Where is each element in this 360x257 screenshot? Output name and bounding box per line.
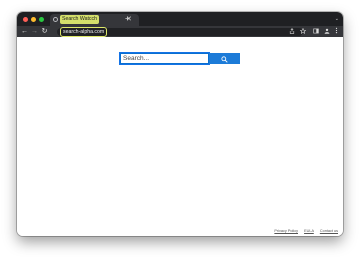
eula-link[interactable]: EULA [304, 229, 314, 233]
footer-links: Privacy Policy EULA Contact us [269, 229, 338, 233]
sidepanel-icon[interactable] [313, 26, 319, 37]
search-icon [221, 56, 228, 63]
address-bar[interactable]: search-alpha.com [57, 26, 303, 37]
tab-title: Search Watcch [60, 15, 99, 24]
menu-icon[interactable] [335, 26, 338, 37]
url-text[interactable]: search-alpha.com [60, 26, 108, 37]
search-input[interactable] [119, 52, 210, 65]
window-minimize-button[interactable] [31, 16, 36, 22]
tab-strip: Search Watcch ✕ + ⌄ [17, 12, 343, 26]
new-tab-button[interactable]: + [125, 14, 130, 24]
privacy-policy-link[interactable]: Privacy Policy [274, 229, 298, 233]
profile-icon[interactable] [324, 26, 330, 37]
reload-button[interactable]: ↻ [40, 26, 49, 37]
browser-toolbar: ← → ↻ search-alpha.com [17, 26, 343, 37]
tab-search-chevron-icon[interactable]: ⌄ [335, 15, 339, 23]
forward-button[interactable]: → [30, 26, 39, 37]
back-button[interactable]: ← [20, 26, 29, 37]
window-maximize-button[interactable] [39, 16, 44, 22]
globe-icon [53, 17, 58, 22]
page-content: Privacy Policy EULA Contact us [17, 37, 343, 236]
search-button[interactable] [209, 53, 240, 64]
window-close-button[interactable] [23, 16, 28, 22]
star-icon[interactable] [299, 26, 307, 37]
browser-window: Search Watcch ✕ + ⌄ ← → ↻ search-alpha.c… [17, 12, 343, 236]
contact-us-link[interactable]: Contact us [320, 229, 338, 233]
share-icon[interactable] [289, 26, 295, 37]
